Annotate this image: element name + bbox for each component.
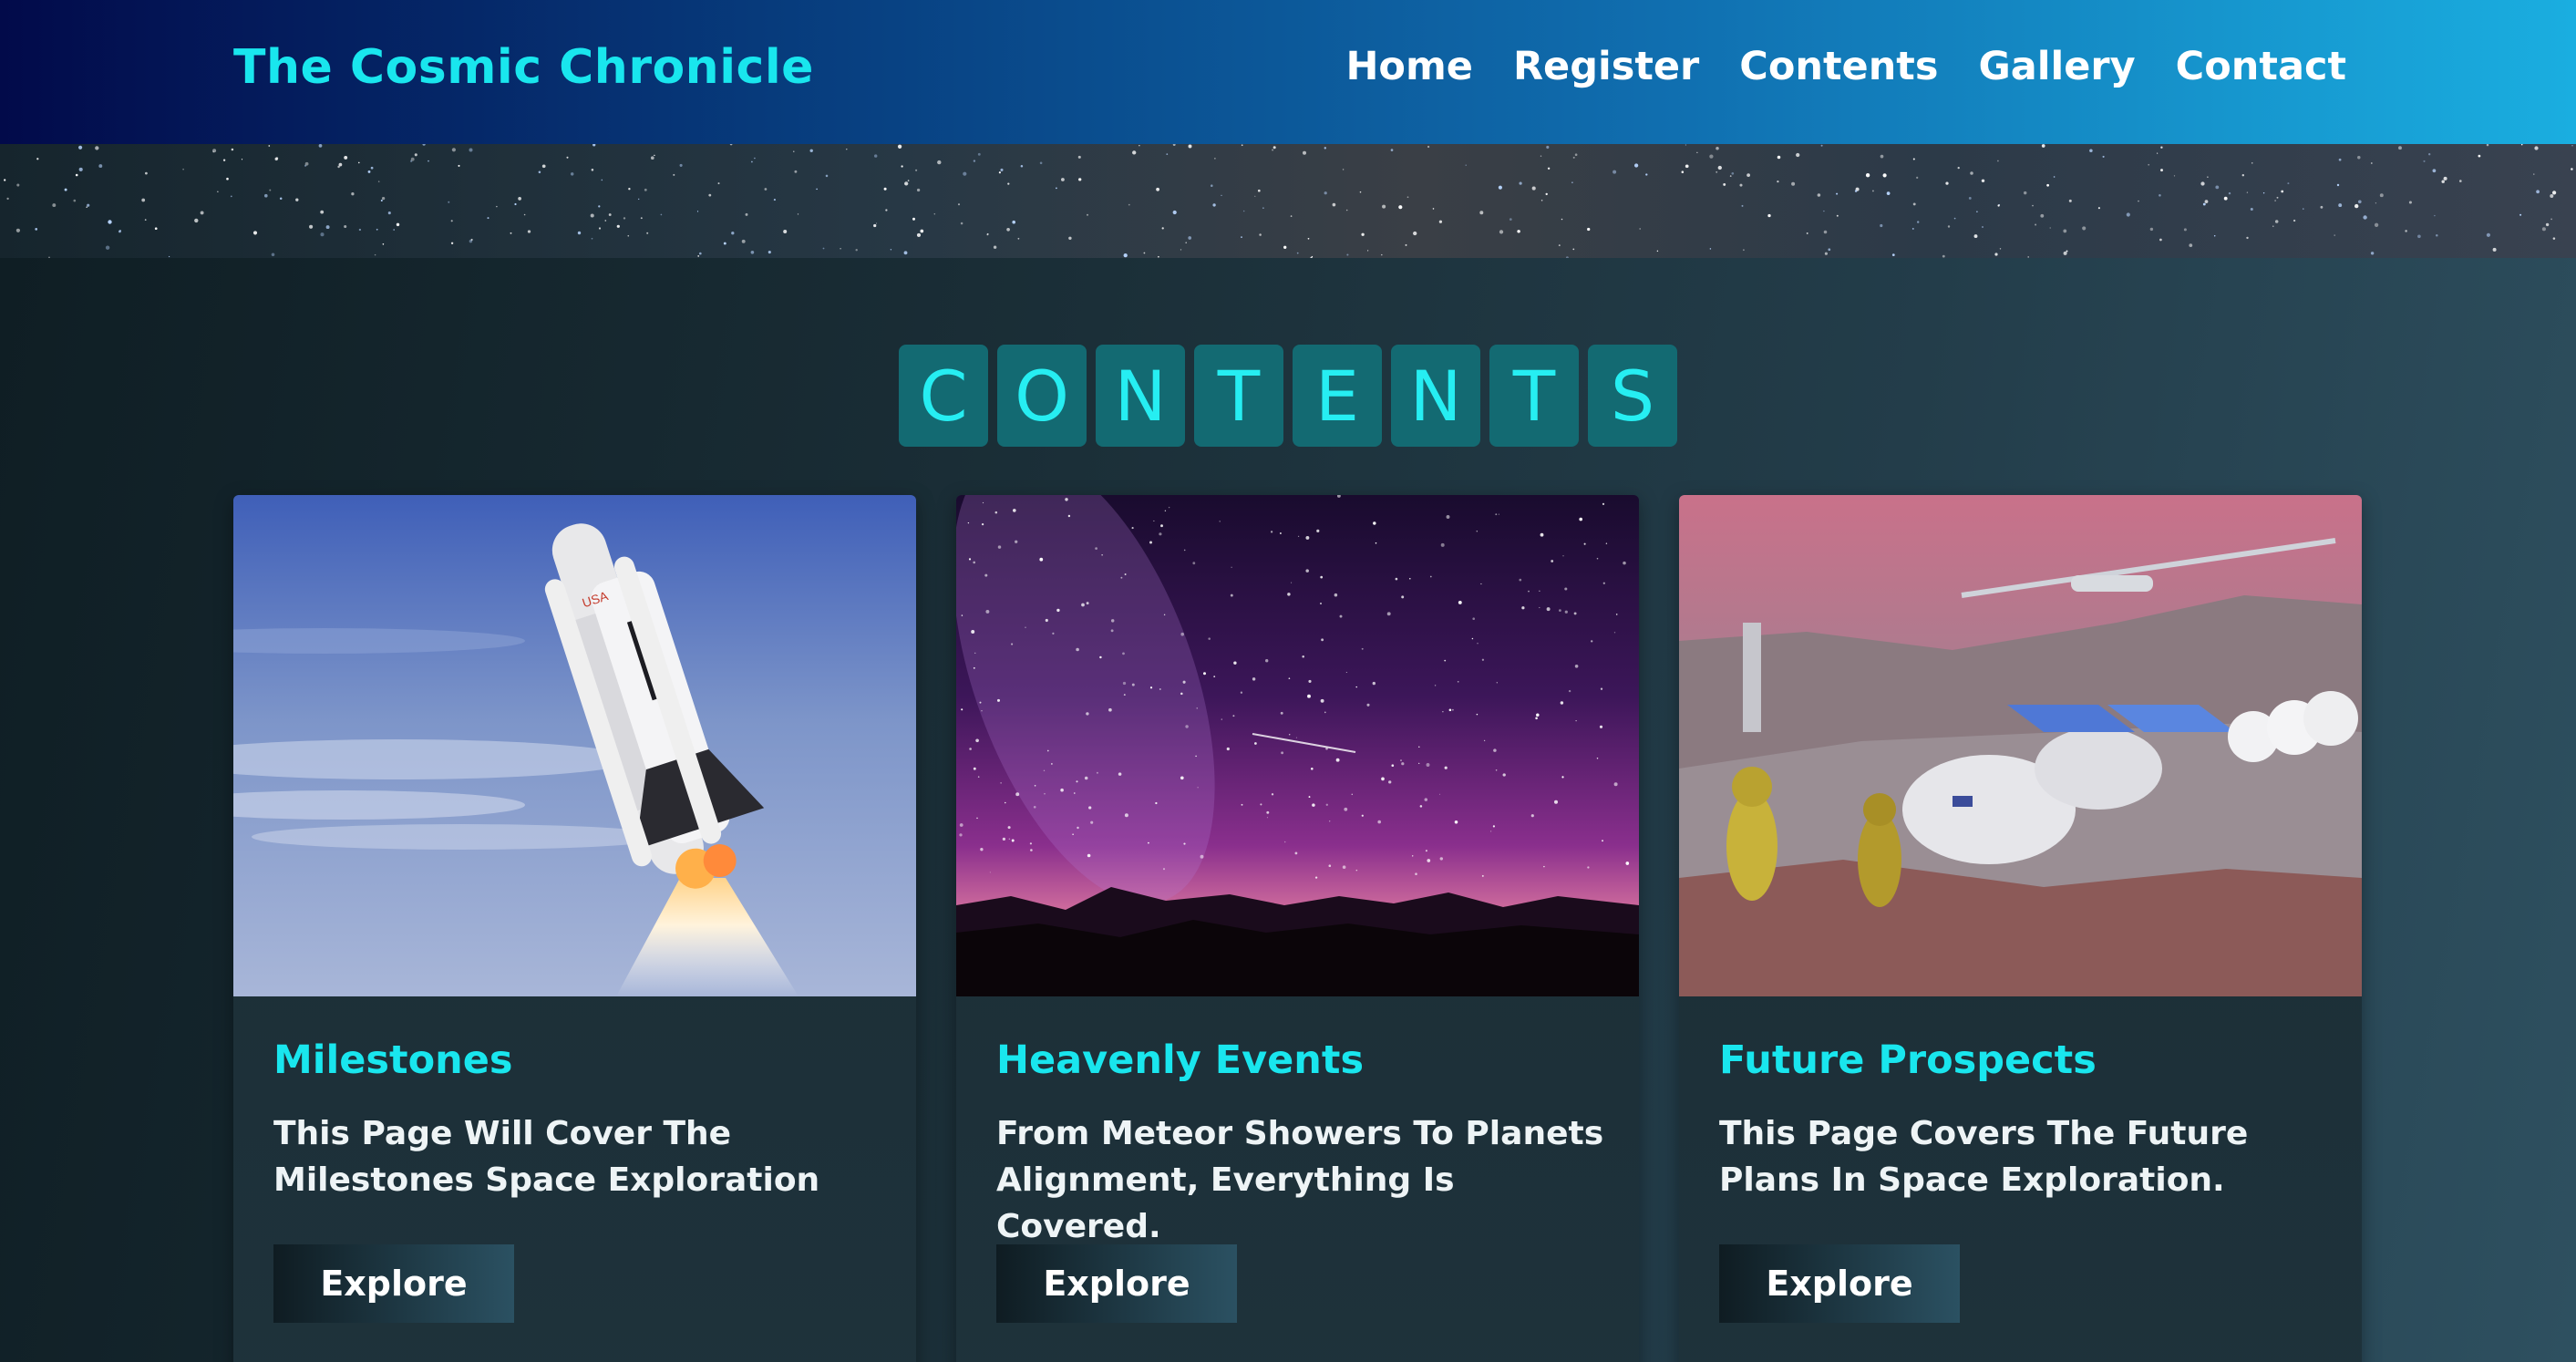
nav-link-contents[interactable]: Contents — [1739, 44, 1938, 89]
nav-link-register[interactable]: Register — [1513, 44, 1699, 89]
page: The Cosmic Chronicle Home Register Conte… — [0, 0, 2576, 1362]
nav-link-gallery[interactable]: Gallery — [1978, 44, 2135, 89]
heading-letter: O — [997, 345, 1087, 447]
contents-section: C O N T E N T S USA Milestones This Page… — [0, 258, 2576, 1362]
explore-button[interactable]: Explore — [273, 1244, 514, 1323]
nav-link-home[interactable]: Home — [1345, 44, 1473, 89]
card-title: Milestones — [273, 1037, 513, 1083]
card-milestones: USA Milestones This Page Will Cover The … — [233, 495, 916, 1362]
heading-letter: N — [1391, 345, 1480, 447]
explore-button[interactable]: Explore — [996, 1244, 1237, 1323]
card-description: This Page Covers The Future Plans In Spa… — [1719, 1115, 2249, 1199]
card-heavenly-events: Heavenly Events From Meteor Showers To P… — [956, 495, 1639, 1362]
card-description: This Page Will Cover The Milestones Spac… — [273, 1115, 820, 1199]
card-list: USA Milestones This Page Will Cover The … — [233, 495, 2362, 1362]
explore-button[interactable]: Explore — [1719, 1244, 1960, 1323]
card-title: Heavenly Events — [996, 1037, 1365, 1083]
heading-letter: E — [1293, 345, 1382, 447]
contents-heading: C O N T E N T S — [0, 345, 2576, 447]
heading-letter: S — [1588, 345, 1677, 447]
space-shuttle-launch-image: USA — [233, 495, 916, 996]
heading-letter: N — [1096, 345, 1185, 447]
nav-link-contact[interactable]: Contact — [2176, 44, 2346, 89]
mars-colony-illustration-image — [1679, 495, 2362, 996]
site-brand[interactable]: The Cosmic Chronicle — [233, 40, 814, 95]
main-nav: Home Register Contents Gallery Contact — [1345, 44, 2346, 89]
card-description: From Meteor Showers To Planets Alignment… — [996, 1115, 1604, 1245]
milky-way-night-sky-image — [956, 495, 1639, 996]
heading-letter: T — [1194, 345, 1283, 447]
card-title: Future Prospects — [1719, 1037, 2097, 1083]
site-header: The Cosmic Chronicle Home Register Conte… — [0, 0, 2576, 144]
heading-letter: T — [1489, 345, 1579, 447]
card-future-prospects: Future Prospects This Page Covers The Fu… — [1679, 495, 2362, 1362]
starfield-banner — [0, 144, 2576, 258]
heading-letter: C — [899, 345, 988, 447]
starfield-image — [4, 144, 2573, 258]
